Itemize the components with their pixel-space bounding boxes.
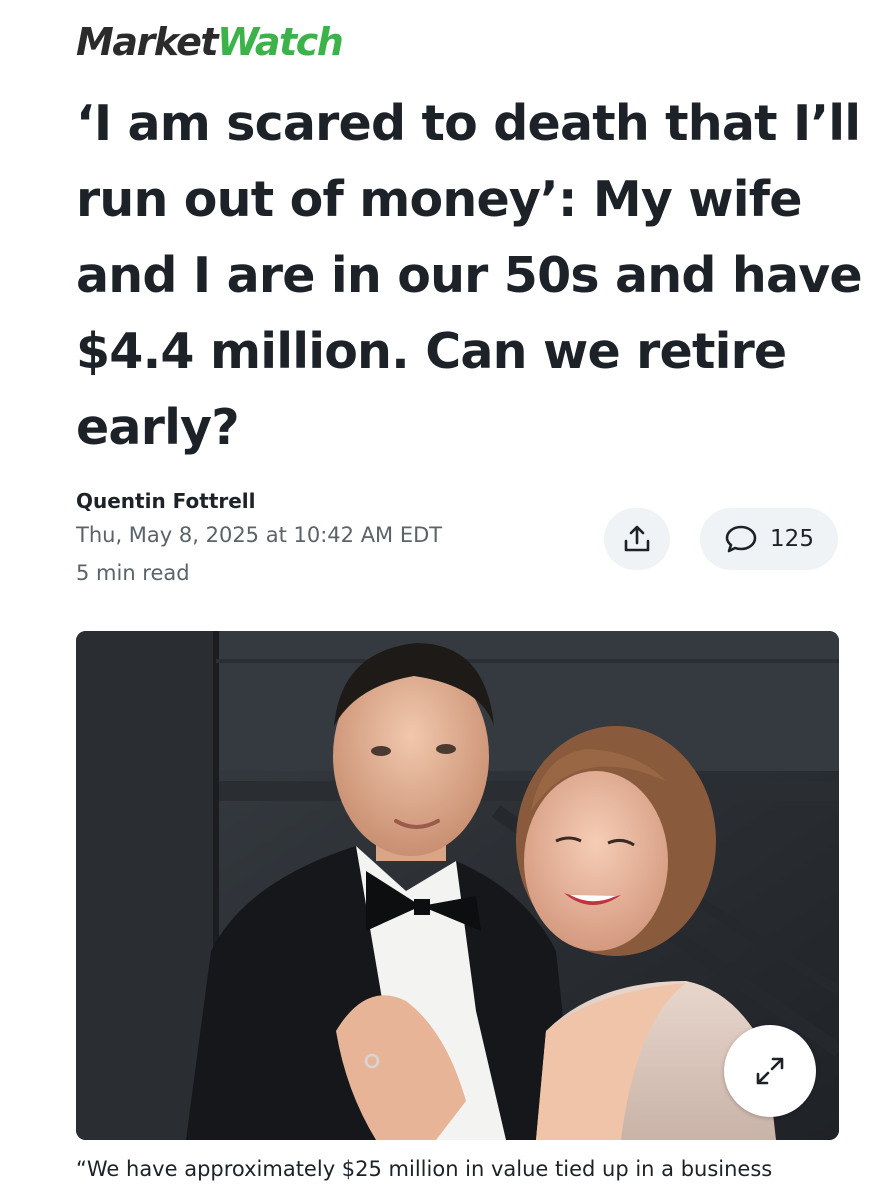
logo-watch-text: Watch	[217, 20, 344, 64]
read-time: 5 min read	[76, 561, 190, 585]
share-icon	[624, 525, 650, 552]
author-name[interactable]: Quentin Fottrell	[76, 486, 442, 516]
share-button[interactable]	[604, 508, 670, 570]
photo-caption: “We have approximately $25 million in va…	[76, 1157, 773, 1181]
logo-market-text: Market	[76, 20, 219, 64]
comments-count: 125	[770, 526, 814, 552]
publish-date: Thu, May 8, 2025 at 10:42 AM EDT	[76, 523, 443, 547]
article-headline: ‘I am scared to death that I’ll run out …	[76, 95, 863, 456]
expand-arrows-icon	[756, 1057, 784, 1085]
comment-bubble-icon	[725, 525, 757, 553]
expand-image-button[interactable]	[724, 1025, 816, 1117]
comments-button[interactable]: 125	[700, 508, 838, 570]
marketwatch-logo[interactable]: MarketWatch	[76, 18, 344, 66]
byline: Quentin Fottrell Thu, May 8, 2025 at 10:…	[76, 486, 442, 592]
article-page: MarketWatch ‘I am scared to death that I…	[0, 0, 885, 1200]
